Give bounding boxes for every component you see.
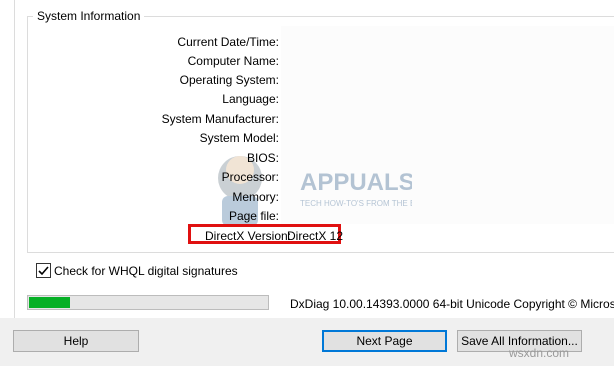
label-bios: BIOS:	[246, 151, 279, 165]
label-language: Language:	[222, 92, 279, 106]
whql-checkbox[interactable]	[36, 263, 51, 278]
panel-left-edge	[14, 0, 15, 318]
help-button[interactable]: Help	[13, 330, 139, 352]
label-directx-version: DirectX Version:	[205, 229, 292, 243]
version-copyright-text: DxDiag 10.00.14393.0000 64-bit Unicode C…	[290, 297, 614, 311]
checkmark-icon	[38, 266, 49, 276]
whql-checkbox-label[interactable]: Check for WHQL digital signatures	[54, 264, 238, 278]
label-computer-name: Computer Name:	[187, 54, 279, 68]
label-operating-system: Operating System:	[179, 73, 279, 87]
svg-text:TECH HOW-TO'S FROM THE EXPERTS: TECH HOW-TO'S FROM THE EXPERTS!	[300, 199, 412, 208]
group-title: System Information	[33, 9, 145, 23]
next-page-button[interactable]: Next Page	[322, 330, 447, 352]
svg-text:APPUALS: APPUALS	[300, 169, 412, 196]
progress-fill	[29, 297, 71, 308]
directx-version-value: DirectX 12	[287, 229, 344, 243]
label-system-manufacturer: System Manufacturer:	[161, 112, 279, 126]
label-page-file: Page file:	[228, 209, 279, 223]
label-system-model: System Model:	[199, 131, 279, 145]
progress-bar	[27, 295, 269, 310]
directx-highlight-box: DirectX Version: DirectX 12	[188, 224, 344, 244]
system-tab-panel: System Information APPUALS TECH HOW-TO'S…	[0, 0, 614, 318]
label-current-date-time: Current Date/Time:	[177, 35, 279, 49]
label-processor: Processor:	[221, 170, 279, 184]
label-memory: Memory:	[232, 190, 279, 204]
footer-watermark-text: wsxdn.com	[509, 346, 570, 360]
